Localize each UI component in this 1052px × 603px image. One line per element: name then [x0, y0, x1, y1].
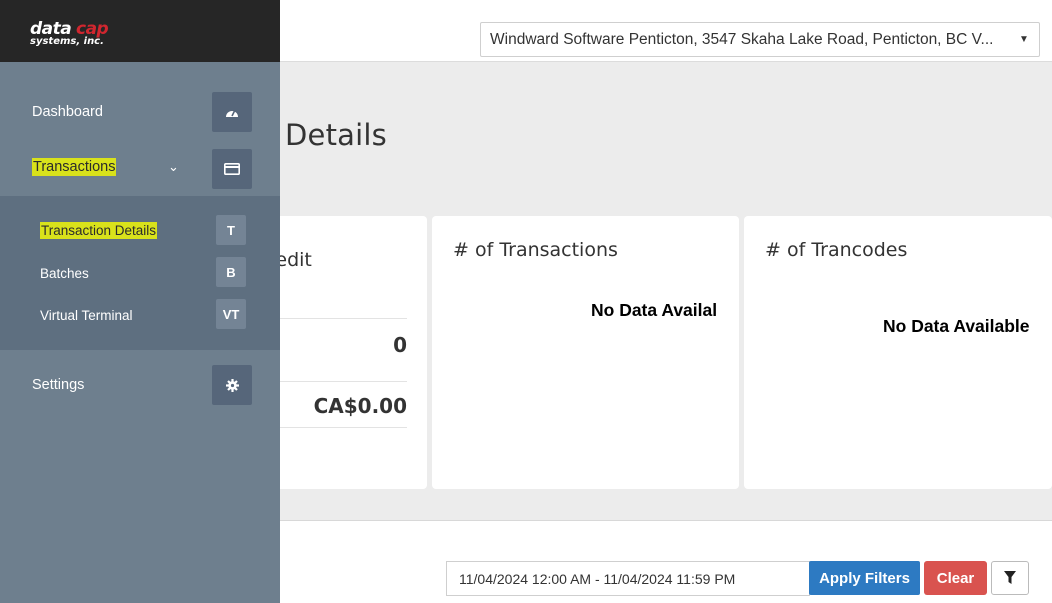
- page-title: Details: [285, 118, 387, 152]
- shortcut-badge: B: [216, 257, 246, 287]
- sidebar-item-label: Transactions: [32, 158, 117, 176]
- shortcut-badge: VT: [216, 299, 246, 329]
- transactions-no-data: No Data Availal: [591, 300, 718, 320]
- credit-count: 0: [280, 318, 407, 381]
- credit-amount: CA$0.00: [280, 381, 407, 428]
- sidebar-item-settings[interactable]: Settings: [0, 357, 280, 413]
- trancodes-panel: # of Trancodes No Data Available: [744, 216, 1052, 489]
- sidebar-item-label: Dashboard: [32, 104, 103, 120]
- sidebar-item-batches[interactable]: Batches B: [0, 252, 280, 294]
- clear-button[interactable]: Clear: [924, 561, 987, 595]
- trancodes-title: # of Trancodes: [765, 239, 908, 261]
- sidebar-item-label: Transaction Details: [40, 222, 158, 239]
- shortcut-badge: T: [216, 215, 246, 245]
- sidebar-item-label: Batches: [40, 266, 89, 281]
- brand-header: data cap systems, inc.: [0, 0, 280, 62]
- transactions-submenu: Transaction Details T Batches B Virtual …: [0, 196, 280, 350]
- sidebar-item-dashboard[interactable]: Dashboard: [0, 84, 280, 140]
- svg-text:systems, inc.: systems, inc.: [30, 36, 104, 46]
- gear-icon: [212, 365, 252, 405]
- trancodes-no-data: No Data Available: [883, 316, 1030, 336]
- apply-filters-button[interactable]: Apply Filters: [809, 561, 920, 595]
- sidebar-item-transaction-details[interactable]: Transaction Details T: [0, 210, 280, 252]
- sidebar-item-virtual-terminal[interactable]: Virtual Terminal VT: [0, 294, 280, 336]
- sidebar-item-transactions[interactable]: Transactions ⌄: [0, 141, 280, 197]
- sidebar-item-label: Settings: [32, 377, 85, 393]
- sidebar: data cap systems, inc. Dashboard Transac…: [0, 0, 280, 603]
- credit-card-icon: [212, 149, 252, 189]
- filter-toggle-button[interactable]: [991, 561, 1029, 595]
- funnel-icon: [1004, 571, 1016, 584]
- location-select[interactable]: Windward Software Penticton, 3547 Skaha …: [480, 22, 1040, 57]
- caret-down-icon: ▼: [1019, 34, 1029, 45]
- transactions-count-panel: # of Transactions No Data Availal: [432, 216, 739, 489]
- datacap-logo: data cap systems, inc.: [30, 20, 109, 46]
- sidebar-item-label: Virtual Terminal: [40, 308, 133, 323]
- transactions-count-title: # of Transactions: [453, 239, 618, 261]
- dashboard-gauge-icon: [212, 92, 252, 132]
- date-range-input[interactable]: 11/04/2024 12:00 AM - 11/04/2024 11:59 P…: [446, 561, 810, 596]
- chevron-down-icon: ⌄: [168, 159, 179, 174]
- location-select-value: Windward Software Penticton, 3547 Skaha …: [490, 30, 994, 48]
